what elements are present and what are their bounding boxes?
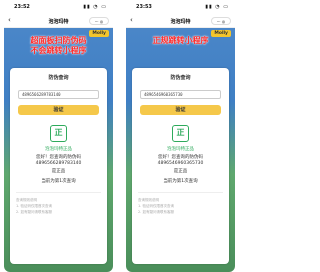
divider (16, 192, 101, 193)
verify-button[interactable]: 验证 (18, 105, 99, 115)
genuine-stamp-icon: 正 (172, 125, 189, 142)
result-status: 泡泡玛特正品 (167, 147, 194, 152)
code-input[interactable]: 4896566289783140 (18, 90, 99, 99)
notes-block: 查询规则说明 1. 验证码仅限首次查询 2. 如有疑问请联系客服 (138, 198, 223, 216)
result-message: 您好！您查询的防伪码 (158, 155, 203, 160)
status-time: 23:53 (136, 4, 152, 10)
card-title: 防伪查询 (48, 75, 69, 81)
verify-card: 防伪查询 4896566289783140 验证 正 泡泡玛特正品 您好！您查询… (10, 68, 107, 264)
menu-capsule-button[interactable]: ··· ◎ (89, 17, 109, 25)
verify-card: 防伪查询 4896546960365730 验证 正 泡泡玛特正品 您好！您查询… (132, 68, 229, 264)
result-verdict: 是正品 (173, 169, 188, 174)
card-title: 防伪查询 (170, 75, 191, 81)
query-count: 当前为第1次查询 (41, 179, 76, 184)
result-status: 泡泡玛特正品 (45, 147, 72, 152)
note-item: 2. 如有疑问请联系客服 (138, 210, 174, 214)
result-code: 4896546960365730 (157, 161, 204, 166)
note-item: 1. 验证码仅限首次查询 (16, 204, 52, 208)
comparison-page: 23:52 ▮▮ ◔ ▭ ‹ 泡泡玛特 ··· ◎ Molly 超面板扫防伪码 … (0, 0, 240, 272)
annotation-text: 正规跳转小程序 (152, 36, 209, 45)
genuine-stamp-icon: 正 (50, 125, 67, 142)
status-bar: 23:53 ▮▮ ◔ ▭ (126, 0, 235, 14)
menu-capsule-button[interactable]: ··· ◎ (211, 17, 231, 25)
note-item: 查询规则说明 (138, 198, 159, 202)
verify-button[interactable]: 验证 (140, 105, 221, 115)
divider (138, 192, 223, 193)
result-code: 4896566289783140 (35, 161, 82, 166)
annotation-text: 超面板扫防伪码 不会跳转小程序 (30, 36, 87, 55)
code-input[interactable]: 4896546960365730 (140, 90, 221, 99)
result-verdict: 是正品 (51, 169, 66, 174)
status-icons: ▮▮ ◔ ▭ (205, 4, 229, 10)
status-icons: ▮▮ ◔ ▭ (83, 4, 107, 10)
status-time: 23:52 (14, 4, 30, 10)
note-item: 2. 如有疑问请联系客服 (16, 210, 52, 214)
nav-bar: ‹ 泡泡玛特 ··· ◎ (126, 14, 235, 28)
status-bar: 23:52 ▮▮ ◔ ▭ (4, 0, 113, 14)
note-item: 1. 验证码仅限首次查询 (138, 204, 174, 208)
result-message: 您好！您查询的防伪码 (36, 155, 81, 160)
nav-bar: ‹ 泡泡玛特 ··· ◎ (4, 14, 113, 28)
query-count: 当前为第1次查询 (163, 179, 198, 184)
phone-screenshot-right: 23:53 ▮▮ ◔ ▭ ‹ 泡泡玛特 ··· ◎ Molly 正规跳转小程序 … (126, 0, 235, 272)
notes-block: 查询规则说明 1. 验证码仅限首次查询 2. 如有疑问请联系客服 (16, 198, 101, 216)
phone-screenshot-left: 23:52 ▮▮ ◔ ▭ ‹ 泡泡玛特 ··· ◎ Molly 超面板扫防伪码 … (4, 0, 113, 272)
note-item: 查询规则说明 (16, 198, 37, 202)
